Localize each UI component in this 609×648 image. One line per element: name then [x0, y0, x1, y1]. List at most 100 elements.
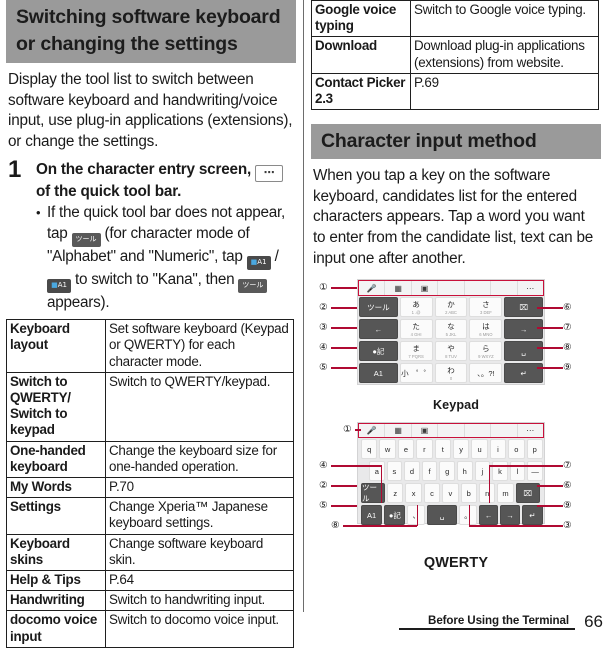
keypad-key[interactable]: や8 TUV: [434, 341, 468, 362]
qwerty-key[interactable]: c: [423, 483, 441, 504]
emoji-icon[interactable]: ▣: [412, 424, 439, 438]
column-divider: [303, 0, 304, 612]
qwerty-key[interactable]: g: [439, 461, 455, 482]
keypad-key[interactable]: わ0: [434, 363, 468, 384]
qwerty-key[interactable]: x: [405, 483, 422, 504]
qwerty-key[interactable]: r: [416, 439, 433, 460]
qwerty-key[interactable]: k: [492, 461, 508, 482]
emoji-icon[interactable]: ▣: [412, 281, 439, 296]
keypad-key[interactable]: な5 JKL: [434, 319, 468, 340]
qwerty-key[interactable]: →: [500, 505, 520, 526]
step-title-text-a: On the character entry screen,: [36, 161, 252, 179]
row-key: Handwriting: [6, 590, 106, 612]
mic-icon[interactable]: 🎤: [359, 281, 386, 296]
callout-line-1: [355, 429, 361, 431]
row-value: Change software keyboard skin.: [105, 533, 294, 572]
qwerty-key[interactable]: ←: [478, 505, 499, 526]
qwerty-key[interactable]: j: [474, 461, 491, 482]
qwerty-key[interactable]: i: [489, 439, 507, 460]
panel-icon[interactable]: ▦: [385, 281, 412, 296]
mic-icon[interactable]: 🎤: [359, 424, 386, 438]
keypad-key[interactable]: さ3 DEF: [469, 297, 503, 318]
keypad-key-label: 小 ゜゜: [401, 368, 432, 378]
qwerty-key[interactable]: b: [460, 483, 477, 504]
keypad-key[interactable]: ␣: [504, 341, 544, 362]
qwerty-key-label: p: [532, 444, 537, 454]
qwerty-key[interactable]: z: [387, 483, 404, 504]
qwerty-key[interactable]: s: [386, 461, 403, 482]
toolbar-blank-1[interactable]: [438, 424, 465, 438]
keypad-key[interactable]: 小 ゜゜: [399, 363, 433, 384]
qwerty-key[interactable]: f: [421, 461, 438, 482]
qwerty-key[interactable]: 。: [459, 505, 477, 526]
callout-3: ③: [563, 520, 572, 532]
row-key: Keyboard skins: [6, 533, 106, 572]
table-row: Switch to QWERTY/ Switch to keypad Switch…: [6, 371, 294, 442]
toolbar-blank-3[interactable]: [491, 281, 518, 296]
keypad-quick-toolbar[interactable]: 🎤 ▦ ▣ ⋯: [358, 280, 544, 297]
keypad-key[interactable]: ら9 WXYZ: [469, 341, 503, 362]
qwerty-key[interactable]: d: [404, 461, 420, 482]
toolbar-blank-3[interactable]: [491, 424, 518, 438]
keypad-key[interactable]: →: [504, 319, 544, 340]
keypad-key-label: 、。?!: [477, 368, 495, 378]
keypad-key[interactable]: は6 MNO: [469, 319, 503, 340]
keypad-key-label: ●記: [372, 346, 385, 356]
row-key: Google voice typing: [311, 0, 411, 38]
table-row: Contact Picker 2.3 P.69: [311, 72, 599, 111]
right-table-body: Google voice typing Switch to Google voic…: [311, 0, 599, 111]
keypad-key[interactable]: ツール: [359, 297, 398, 318]
keypad-key[interactable]: あ1 .@: [399, 297, 433, 318]
overflow-dots-icon[interactable]: ⋯: [518, 424, 543, 437]
callout-line-8b: [417, 505, 419, 527]
keypad-key[interactable]: ま7 PQRS: [399, 341, 433, 362]
callout-4: ④: [319, 460, 328, 472]
row-value: Download plug-in applications (extension…: [410, 36, 599, 74]
qwerty-key[interactable]: m: [497, 483, 514, 504]
keypad-key[interactable]: A1: [359, 363, 398, 384]
qwerty-key-label: ⌧: [523, 488, 533, 498]
qwerty-key[interactable]: t: [434, 439, 451, 460]
keypad-key-sublabel: 9 WXYZ: [478, 354, 494, 360]
keypad-key[interactable]: ↵: [504, 363, 544, 384]
qwerty-key[interactable]: p: [526, 439, 543, 460]
toolbar-blank-1[interactable]: [438, 281, 465, 296]
qwerty-key[interactable]: e: [397, 439, 415, 460]
keypad-key[interactable]: か2 ABC: [434, 297, 468, 318]
callout-6: ⑥: [563, 302, 572, 314]
qwerty-key[interactable]: ␣: [427, 505, 458, 526]
qwerty-key[interactable]: ●記: [384, 505, 406, 526]
overflow-dots-icon[interactable]: ⋯: [518, 281, 543, 295]
keypad-key[interactable]: ●記: [359, 341, 398, 362]
table-row: Settings Change Xperia™ Japanese keyboard…: [6, 497, 294, 535]
keypad-key[interactable]: ←: [359, 319, 398, 340]
callout-line-2: [331, 485, 357, 487]
qwerty-key[interactable]: y: [452, 439, 470, 460]
keypad-key[interactable]: た4 GHI: [399, 319, 433, 340]
right-intro-paragraph: When you tap a key on the software keybo…: [313, 167, 594, 267]
keypad-key-label: →: [519, 324, 528, 334]
callout-line-9: [537, 367, 563, 369]
callout-6: ⑥: [563, 480, 572, 492]
qwerty-key[interactable]: ↵: [521, 505, 543, 526]
qwerty-key[interactable]: v: [442, 483, 459, 504]
row-value: P.70: [105, 477, 294, 499]
toolbar-blank-2[interactable]: [465, 281, 492, 296]
qwerty-key[interactable]: q: [361, 439, 378, 460]
panel-icon[interactable]: ▦: [385, 424, 412, 438]
keypad-key-label: ま: [412, 344, 420, 354]
qwerty-key[interactable]: h: [456, 461, 473, 482]
qwerty-key[interactable]: u: [471, 439, 488, 460]
qwerty-key[interactable]: w: [379, 439, 396, 460]
qwerty-key[interactable]: n: [478, 483, 496, 504]
qwerty-key[interactable]: —: [527, 461, 543, 482]
qwerty-key[interactable]: l: [509, 461, 526, 482]
keypad-key-label: た: [412, 322, 420, 332]
callout-1: ①: [343, 424, 352, 436]
qwerty-key[interactable]: o: [508, 439, 525, 460]
toolbar-blank-2[interactable]: [465, 424, 492, 438]
keypad-key[interactable]: 、。?!: [469, 363, 503, 384]
qwerty-quick-toolbar[interactable]: 🎤 ▦ ▣ ⋯: [358, 423, 544, 439]
qwerty-key-label: g: [445, 466, 450, 476]
qwerty-key[interactable]: A1: [361, 505, 383, 526]
